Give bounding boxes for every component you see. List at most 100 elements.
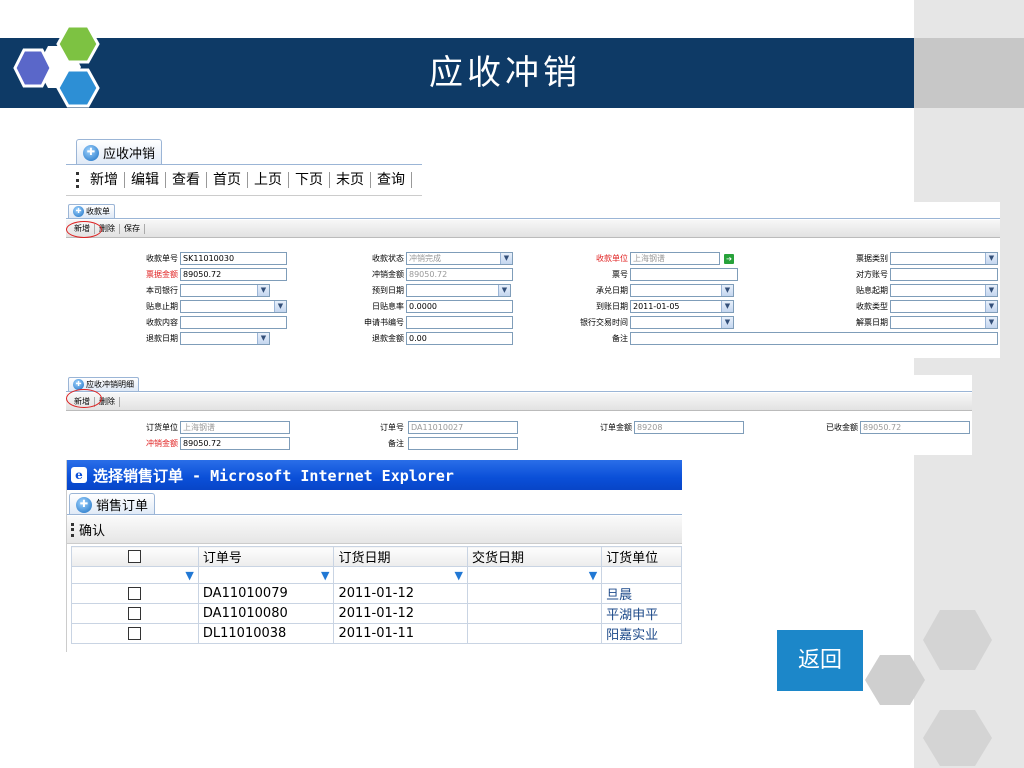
remark-field[interactable] (630, 332, 998, 345)
filter-icon[interactable]: ▼ (185, 569, 193, 582)
column-header[interactable]: 订货日期 (333, 546, 468, 567)
payer-field[interactable]: 上海钢谱 (630, 252, 720, 265)
order-amount-label: 订单金额 (600, 423, 632, 432)
company-bank-label: 本司银行 (146, 286, 178, 295)
chevron-down-icon[interactable]: ▼ (985, 285, 997, 296)
row-select-cell (71, 583, 199, 604)
filter-icon[interactable]: ▼ (454, 569, 462, 582)
select-all-checkbox[interactable] (128, 550, 142, 563)
tab-divider (66, 164, 422, 165)
delivery-date-cell (466, 623, 603, 644)
order-amount-field[interactable]: 89208 (634, 421, 744, 434)
row-checkbox[interactable] (128, 627, 142, 640)
receipt-type-label: 收款类型 (856, 302, 888, 311)
tab-sales-order[interactable]: 销售订单 (69, 493, 156, 515)
writeoff-amount-label: 冲销金额 (372, 270, 404, 279)
chevron-down-icon[interactable]: ▼ (274, 301, 286, 312)
writeoff-amount-field[interactable]: 89050.72 (180, 437, 290, 450)
edit-button[interactable]: 编辑 (125, 172, 166, 188)
chevron-down-icon[interactable]: ▼ (500, 253, 512, 264)
tab-receivable-writeoff[interactable]: 应收冲销 (76, 139, 163, 165)
table-row[interactable]: DA11010080 2011-01-12 平湖申平 (71, 603, 682, 624)
go-arrow-icon[interactable]: ➔ (724, 254, 734, 264)
decorative-hexagons-icon (865, 610, 992, 766)
ie-page-icon: e (71, 467, 87, 483)
chevron-down-icon[interactable]: ▼ (721, 301, 733, 312)
order-table: 订单号 订货日期 交货日期 订货单位 ▼ ▼ ▼ ▼ DA11010079 20… (71, 546, 682, 644)
discount-rate-field[interactable]: 0.0000 (406, 300, 513, 313)
view-button[interactable]: 查看 (166, 172, 207, 188)
accept-date-field[interactable]: ▼ (630, 284, 734, 297)
order-no-cell: DA11010080 (197, 603, 335, 624)
refund-amount-field[interactable]: 0.00 (406, 332, 513, 345)
tab-divider (67, 514, 682, 515)
column-header[interactable]: 订货单位 (601, 546, 682, 567)
tab-receipt[interactable]: 收款单 (68, 204, 115, 218)
content-field[interactable] (180, 316, 287, 329)
bill-no-field[interactable] (630, 268, 738, 281)
chevron-down-icon[interactable]: ▼ (985, 301, 997, 312)
unfreeze-date-field[interactable]: ▼ (890, 316, 998, 329)
chevron-down-icon[interactable]: ▼ (985, 317, 997, 328)
remark-field[interactable] (408, 437, 518, 450)
receipt-form-screenshot: 收款单 新增 删除 保存 收款单号 SK11010030 收款状态 冲销完成▼ … (66, 202, 1000, 358)
received-amount-field[interactable]: 89050.72 (860, 421, 970, 434)
tab-label: 应收冲销 (103, 147, 156, 162)
status-field[interactable]: 冲销完成 ▼ (406, 252, 513, 265)
new-button[interactable]: 新增 (84, 172, 125, 188)
bank-txn-time-field[interactable]: ▼ (630, 316, 734, 329)
discount-end-field[interactable]: ▼ (180, 300, 287, 313)
table-row[interactable]: DL11010038 2011-01-11 阳嘉实业 (71, 623, 682, 644)
filter-row: ▼ ▼ ▼ ▼ (71, 566, 682, 584)
order-no-field[interactable]: DA11010027 (408, 421, 518, 434)
last-page-button[interactable]: 末页 (330, 172, 371, 188)
refund-date-field[interactable]: ▼ (180, 332, 270, 345)
party-cell: 旦晨 (601, 583, 682, 604)
arrival-date-field[interactable]: 2011-01-05 ▼ (630, 300, 734, 313)
row-checkbox[interactable] (128, 587, 142, 600)
filter-cell (601, 566, 682, 584)
search-button[interactable]: 查询 (371, 172, 412, 188)
order-no-cell: DL11010038 (197, 623, 335, 644)
filter-cell: ▼ (71, 566, 199, 584)
column-header[interactable]: 交货日期 (466, 546, 603, 567)
order-no-cell: DA11010079 (197, 583, 335, 604)
bill-amount-field[interactable]: 89050.72 (180, 268, 287, 281)
row-checkbox[interactable] (128, 607, 142, 620)
chevron-down-icon[interactable]: ▼ (257, 285, 269, 296)
bank-txn-time-label: 银行交易时间 (580, 318, 628, 327)
chevron-down-icon[interactable]: ▼ (721, 285, 733, 296)
receipt-toolbar: 新增 删除 保存 (66, 220, 1000, 238)
filter-icon[interactable]: ▼ (589, 569, 597, 582)
receipt-type-field[interactable]: ▼ (890, 300, 998, 313)
chevron-down-icon[interactable]: ▼ (721, 317, 733, 328)
chevron-down-icon[interactable]: ▼ (257, 333, 269, 344)
highlight-circle (66, 389, 102, 408)
prev-page-button[interactable]: 上页 (248, 172, 289, 188)
bill-type-field[interactable]: ▼ (890, 252, 998, 265)
next-page-button[interactable]: 下页 (289, 172, 330, 188)
filter-icon[interactable]: ▼ (321, 569, 329, 582)
table-row[interactable]: DA11010079 2011-01-12 旦晨 (71, 583, 682, 604)
confirm-button[interactable]: 确认 (79, 520, 105, 539)
detail-toolbar: 新增 删除 (66, 393, 972, 411)
writeoff-amount-field[interactable]: 89050.72 (406, 268, 513, 281)
row-select-cell (71, 603, 199, 624)
receipt-no-field[interactable]: SK11010030 (180, 252, 287, 265)
select-all-header (71, 546, 199, 567)
chevron-down-icon[interactable]: ▼ (498, 285, 510, 296)
first-page-button[interactable]: 首页 (207, 172, 248, 188)
order-party-field[interactable]: 上海钢谱 (180, 421, 290, 434)
title-bar-extension (914, 38, 1024, 108)
expected-date-field[interactable]: ▼ (406, 284, 511, 297)
back-button[interactable]: 返回 (777, 630, 863, 691)
application-no-field[interactable] (406, 316, 513, 329)
column-header[interactable]: 订单号 (197, 546, 335, 567)
toolbar-grip-icon (71, 522, 75, 537)
company-bank-field[interactable]: ▼ (180, 284, 270, 297)
save-button[interactable]: 保存 (120, 223, 145, 234)
tab-label: 销售订单 (96, 499, 149, 514)
discount-start-field[interactable]: ▼ (890, 284, 998, 297)
counter-account-field[interactable] (890, 268, 998, 281)
chevron-down-icon[interactable]: ▼ (985, 253, 997, 264)
